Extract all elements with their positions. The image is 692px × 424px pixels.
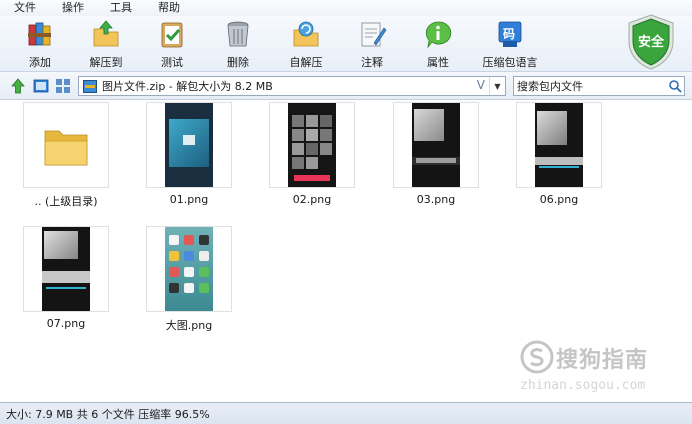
sogou-watermark: 搜狗指南 zhinan.sogou.com xyxy=(518,338,678,398)
menu-bar: 文件 操作 工具 帮助 xyxy=(0,0,692,16)
file-name: 02.png xyxy=(292,193,332,206)
file-item-06[interactable]: 06.png xyxy=(515,102,603,206)
search-input[interactable] xyxy=(517,79,667,93)
menu-file[interactable]: 文件 xyxy=(14,0,36,16)
security-label: 安全 xyxy=(637,35,664,50)
watermark-url: zhinan.sogou.com xyxy=(520,378,646,393)
status-bar: 大小: 7.9 MB 共 6 个文件 压缩率 96.5% xyxy=(0,402,692,424)
properties-button[interactable]: 属性 xyxy=(410,19,466,71)
file-name: .. (上级目录) xyxy=(34,195,98,208)
extract-to-button[interactable]: 解压到 xyxy=(78,19,134,71)
path-text: 图片文件.zip - 解包大小为 8.2 MB xyxy=(102,80,273,93)
delete-button[interactable]: 删除 xyxy=(210,19,266,71)
watermark-brand: 搜狗指南 xyxy=(556,348,649,373)
thumbnail xyxy=(516,102,602,188)
image-preview xyxy=(288,103,336,187)
archive-books-icon xyxy=(25,19,55,49)
image-preview xyxy=(535,103,583,187)
security-shield-badge[interactable]: 安全 xyxy=(626,14,676,70)
add-button[interactable]: 添加 xyxy=(12,19,68,71)
comment-button[interactable]: 注释 xyxy=(344,19,400,71)
status-text: 大小: 7.9 MB 共 6 个文件 压缩率 96.5% xyxy=(6,407,210,421)
thumbnail xyxy=(146,102,232,188)
detail-view-icon[interactable] xyxy=(33,78,49,94)
search-box xyxy=(513,76,685,96)
file-list: .. (上级目录) 01.png 02.png 03.png 06.png 07… xyxy=(0,100,692,402)
self-extract-icon xyxy=(291,19,321,49)
menu-tools[interactable]: 工具 xyxy=(110,0,132,16)
toolbar: 添加 解压到 测试 删除 自解压 注释 属性 码 压缩包语言 xyxy=(0,16,692,72)
file-item-01[interactable]: 01.png xyxy=(145,102,233,206)
address-bar: 图片文件.zip - 解包大小为 8.2 MB V ▼ xyxy=(0,72,692,100)
thumbnail-view-icon[interactable] xyxy=(55,78,71,94)
file-name: 07.png xyxy=(46,317,86,330)
self-extract-button[interactable]: 自解压 xyxy=(278,19,334,71)
file-item-07[interactable]: 07.png xyxy=(22,226,110,330)
file-name: 大图.png xyxy=(165,319,213,332)
trash-bin-icon xyxy=(223,19,253,49)
thumbnail xyxy=(146,226,232,312)
menu-help[interactable]: 帮助 xyxy=(158,0,180,16)
file-item-02[interactable]: 02.png xyxy=(268,102,356,206)
thumbnail xyxy=(393,102,479,188)
test-button[interactable]: 测试 xyxy=(144,19,200,71)
clipboard-check-icon xyxy=(157,19,187,49)
file-name: 06.png xyxy=(539,193,579,206)
archive-language-button[interactable]: 码 压缩包语言 xyxy=(478,19,542,71)
path-field[interactable]: 图片文件.zip - 解包大小为 8.2 MB V ▼ xyxy=(78,76,506,96)
image-preview xyxy=(412,103,460,187)
up-arrow-icon[interactable] xyxy=(10,78,26,94)
file-item-03[interactable]: 03.png xyxy=(392,102,480,206)
search-icon[interactable] xyxy=(668,79,682,93)
archive-window: 文件 操作 工具 帮助 添加 解压到 测试 删除 自解压 注释 属性 码 压缩包… xyxy=(0,0,692,424)
sogou-logo-icon xyxy=(520,340,554,374)
language-code-icon: 码 xyxy=(495,19,525,49)
image-preview xyxy=(165,103,213,187)
file-name: 03.png xyxy=(416,193,456,206)
notepad-pencil-icon xyxy=(357,19,387,49)
file-name: 01.png xyxy=(169,193,209,206)
thumbnail xyxy=(23,102,109,188)
folder-icon xyxy=(44,130,88,166)
extract-folder-icon xyxy=(91,19,121,49)
language-glyph: 码 xyxy=(503,27,516,41)
image-preview xyxy=(165,227,213,311)
image-preview xyxy=(42,227,90,311)
path-dropdown-button[interactable]: ▼ xyxy=(489,77,505,95)
file-item-parent[interactable]: .. (上级目录) xyxy=(22,102,110,209)
thumbnail xyxy=(269,102,355,188)
menu-operation[interactable]: 操作 xyxy=(62,0,84,16)
zip-file-icon xyxy=(83,79,97,93)
thumbnail xyxy=(23,226,109,312)
info-balloon-icon xyxy=(423,19,453,49)
path-history-glyph[interactable]: V xyxy=(477,78,485,92)
file-item-big-image[interactable]: 大图.png xyxy=(145,226,233,333)
